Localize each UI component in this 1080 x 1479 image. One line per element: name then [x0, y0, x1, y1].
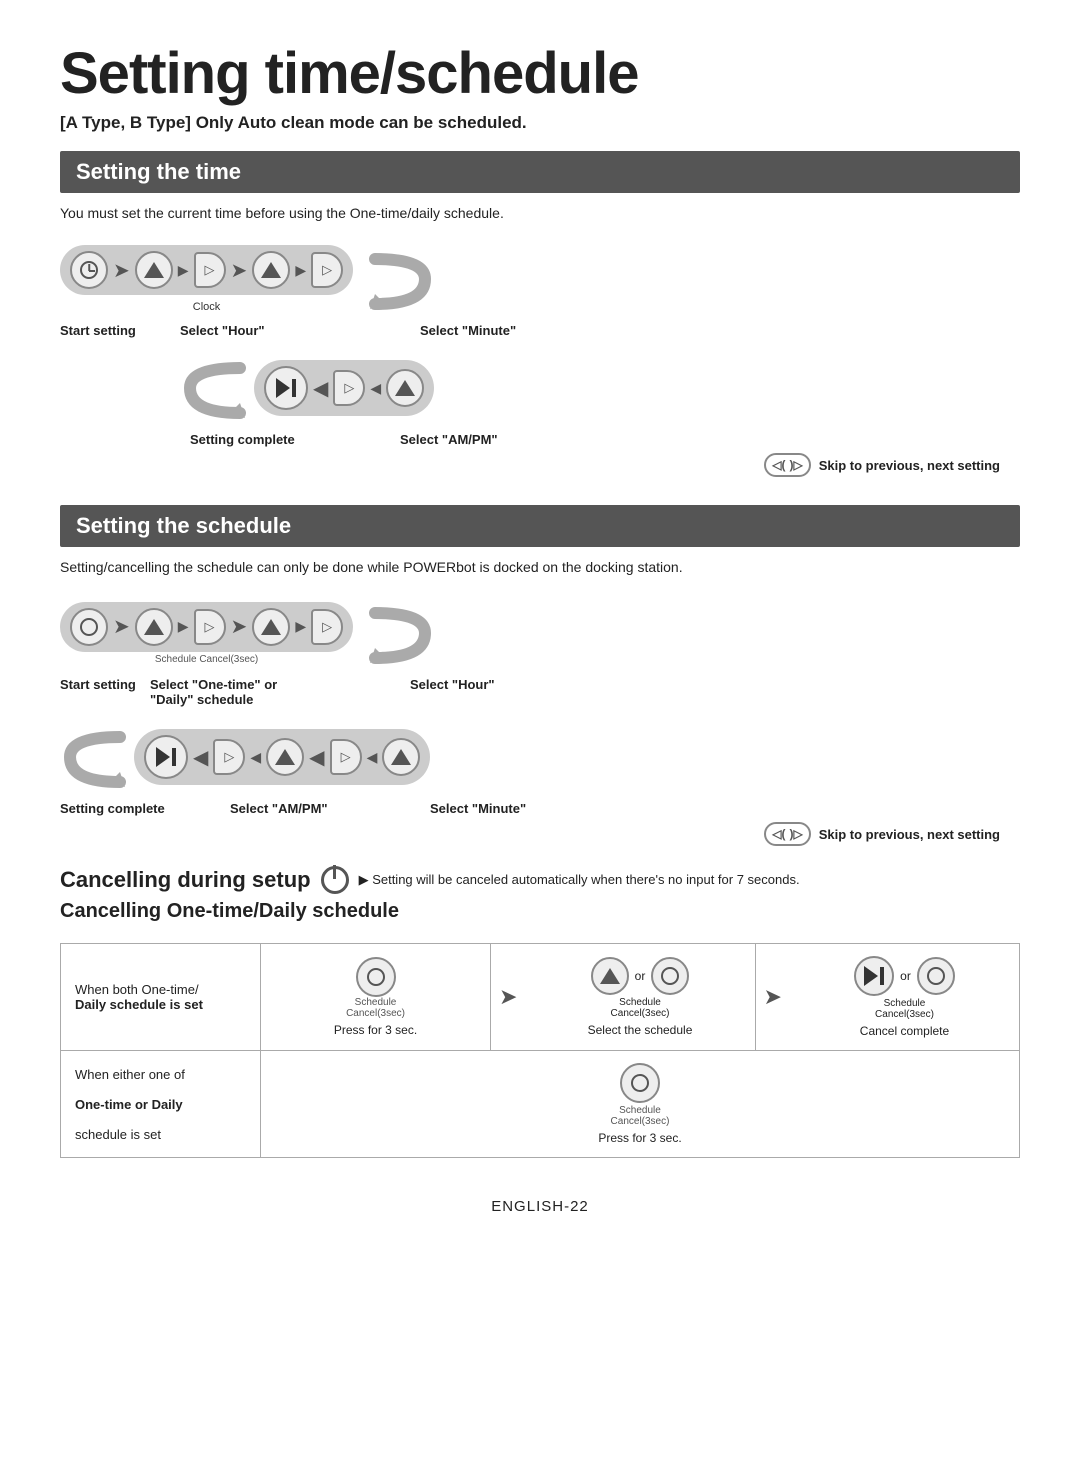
cancel-sched-label1: ScheduleCancel(3sec) [346, 997, 405, 1019]
sched-select-minute: Select "Minute" [430, 801, 630, 816]
setting-complete-label-time: Setting complete [190, 432, 370, 447]
cancelling-daily-title: Cancelling One-time/Daily schedule [60, 900, 1020, 923]
curve-arrow-left [180, 348, 250, 428]
select-minute-label-time: Select "Minute" [340, 323, 540, 338]
cancel-row2-label: When either one of One-time or Daily sch… [61, 1051, 261, 1157]
cancelling-daily-section: Cancelling One-time/Daily schedule When … [60, 900, 1020, 1158]
power-icon [321, 866, 349, 894]
sched-select-ampm: Select "AM/PM" [230, 801, 430, 816]
press3sec-2: Press for 3 sec. [598, 1131, 681, 1145]
cancelling-setup-header: Cancelling during setup ▶ Setting will b… [60, 866, 1020, 894]
sched-select-onetime: Select "One-time" or"Daily" schedule [150, 677, 360, 707]
press3sec-1: Press for 3 sec. [334, 1023, 417, 1037]
time-diagram: ➤ ▶ ▷ ➤ [60, 239, 1020, 477]
page-subtitle: [A Type, B Type] Only Auto clean mode ca… [60, 113, 1020, 133]
schedule-cancel-label: Schedule Cancel(3sec) [155, 654, 258, 665]
clock-button: ➤ ▶ ▷ ➤ [60, 245, 353, 295]
cancel-row-both: When both One-time/ Daily schedule is se… [61, 944, 1019, 1051]
schedule-diagram: ➤ ▶ ▷ ➤ ▶ ▷ Sch [60, 593, 1020, 846]
skip-label-time: Skip to previous, next setting [819, 458, 1000, 473]
skip-buttons-time: ◁( )▷ [764, 453, 810, 477]
sched-start-setting: Start setting [60, 677, 150, 707]
sched-label-or: ScheduleCancel(3sec) [611, 997, 670, 1019]
curve-arrow-right-sched [365, 593, 435, 673]
page-number: ENGLISH-22 [60, 1198, 1020, 1215]
skip-note-time: ◁( )▷ Skip to previous, next setting [60, 453, 1020, 477]
sched-setting-complete: Setting complete [60, 801, 230, 816]
cancel-arrow2: ➤ [756, 944, 790, 1050]
cancel-row1-col2: ScheduleCancel(3sec) Press for 3 sec. [261, 944, 491, 1050]
cancel-row-either: When either one of One-time or Daily sch… [61, 1051, 1019, 1157]
select-hour-label-time: Select "Hour" [140, 323, 340, 338]
select-ampm-label-time: Select "AM/PM" [370, 432, 570, 447]
cancel-complete-label: Cancel complete [860, 1024, 949, 1038]
start-setting-label: Start setting [60, 323, 140, 338]
clock-label: Clock [193, 301, 221, 313]
page-title: Setting time/schedule [60, 40, 1020, 107]
setting-time-desc: You must set the current time before usi… [60, 205, 1020, 221]
skip-note-sched: ◁( )▷ Skip to previous, next setting [60, 822, 1020, 846]
select-sched-label: Select the schedule [588, 1023, 693, 1037]
setting-time-header: Setting the time [60, 151, 1020, 193]
cancelling-table: When both One-time/ Daily schedule is se… [60, 943, 1020, 1158]
cancel-row1-col3: or ScheduleCancel(3sec) Select the sched… [525, 944, 755, 1050]
schedule-top-flow: ➤ ▶ ▷ ➤ ▶ ▷ [60, 602, 353, 652]
skip-label-sched: Skip to previous, next setting [819, 827, 1000, 842]
time-return-flow: ◀ ▷ ◀ [254, 360, 434, 416]
cancel-row2-col2: ScheduleCancel(3sec) Press for 3 sec. [261, 1051, 1019, 1157]
schedule-bottom-flow: ◀ ▷ ◀ ◀ ▷ ◀ [134, 729, 430, 785]
sched-select-hour: Select "Hour" [360, 677, 560, 707]
setting-time-section: Setting the time You must set the curren… [60, 151, 1020, 477]
cancel-row1-col4: or ScheduleCancel(3sec) Cancel complete [790, 944, 1019, 1050]
cancel-row1-label: When both One-time/ Daily schedule is se… [61, 944, 261, 1050]
cancelling-title: Cancelling during setup [60, 867, 311, 893]
curve-arrow-left-sched [60, 717, 130, 797]
setting-schedule-header: Setting the schedule [60, 505, 1020, 547]
sched-label-row2: ScheduleCancel(3sec) [611, 1105, 670, 1127]
curve-arrow-right [365, 239, 435, 319]
cancelling-note: ▶ Setting will be canceled automatically… [359, 872, 800, 888]
skip-buttons-sched: ◁( )▷ [764, 822, 810, 846]
sched-label-cancel: ScheduleCancel(3sec) [875, 998, 934, 1020]
setting-schedule-section: Setting the schedule Setting/cancelling … [60, 505, 1020, 846]
setting-schedule-desc: Setting/cancelling the schedule can only… [60, 559, 1020, 575]
cancel-arrow1: ➤ [491, 944, 525, 1050]
